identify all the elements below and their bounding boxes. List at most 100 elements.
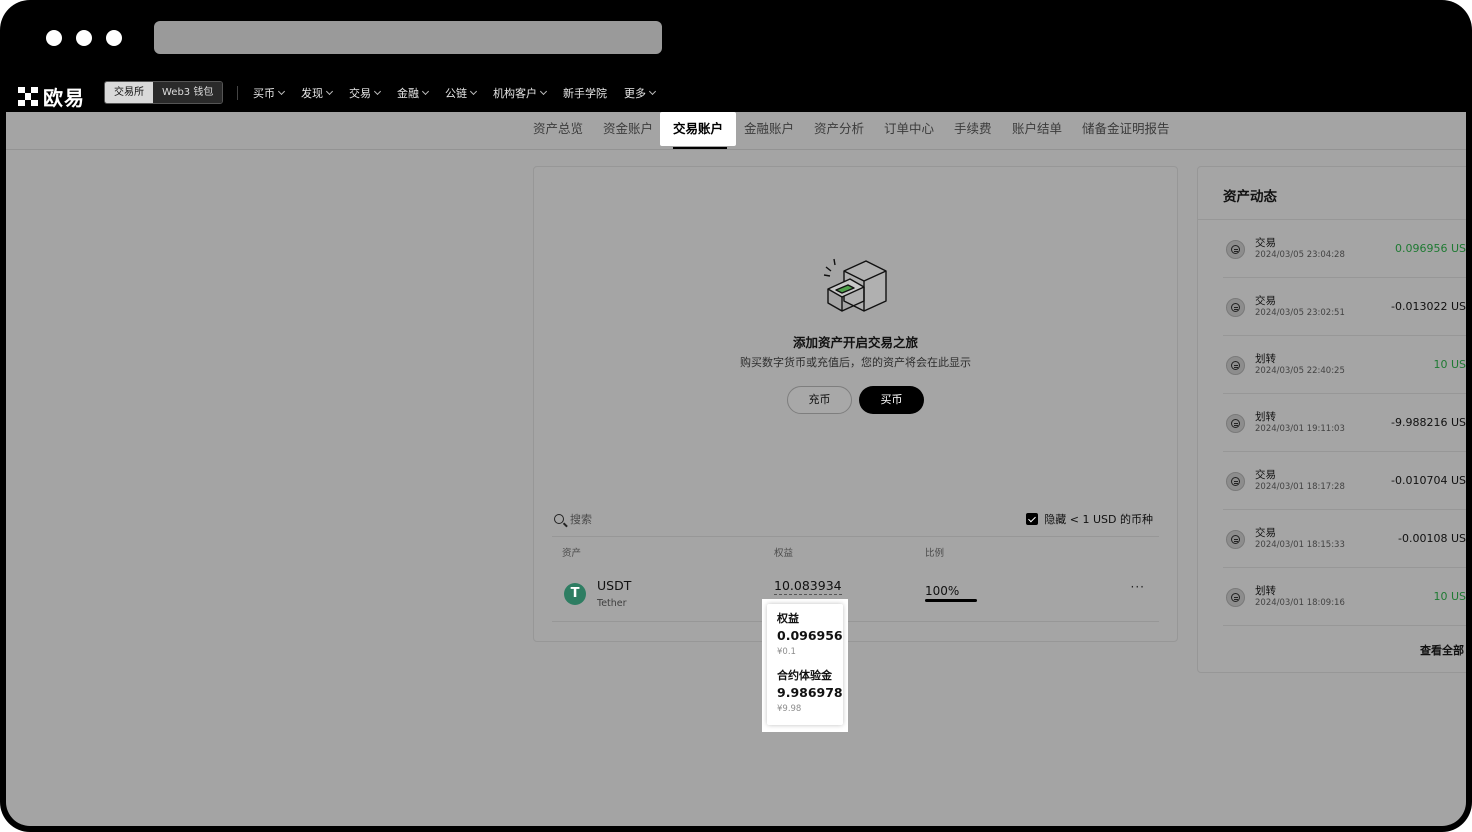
- tooltip-bonus-value: 9.986978: [777, 685, 843, 700]
- divider: [552, 536, 1159, 537]
- usdt-icon: T: [564, 583, 586, 605]
- asset-activity-card: 资产动态 交易 2024/03/05 23:04:28 0.096956 US …: [1197, 166, 1466, 673]
- column-header-ratio: 比例: [925, 548, 945, 559]
- ratio-bar: [925, 599, 977, 602]
- nav-item-trade[interactable]: 交易: [349, 85, 382, 101]
- nav-item-finance[interactable]: 金融: [397, 85, 430, 101]
- equity-tooltip: 权益 0.096956 ¥0.1 合约体验金 9.986978 ¥9.98: [762, 599, 848, 732]
- nav-item-more[interactable]: 更多: [624, 85, 657, 101]
- tooltip-bonus-label: 合约体验金: [777, 669, 832, 682]
- search-placeholder: 搜索: [570, 513, 592, 526]
- transaction-icon: [1226, 298, 1245, 317]
- activity-time: 2024/03/05 23:04:28: [1255, 250, 1345, 260]
- checkbox-checked-icon[interactable]: [1026, 513, 1039, 525]
- nav-item-institutional[interactable]: 机构客户: [493, 85, 548, 101]
- top-nav: 欧易 交易所 Web3 钱包 买币 发现 交易 金融 公链 机构客户 新手学院 …: [0, 76, 1472, 110]
- column-header-asset: 资产: [562, 548, 582, 559]
- tooltip-equity-fiat: ¥0.1: [777, 647, 796, 657]
- hide-small-label: 隐藏 < 1 USD 的币种: [1044, 513, 1153, 526]
- tab-order-center[interactable]: 订单中心: [884, 112, 934, 146]
- segment-exchange[interactable]: 交易所: [105, 82, 153, 103]
- chevron-down-icon: [469, 87, 478, 96]
- activity-title: 资产动态: [1223, 189, 1277, 205]
- activity-amount: -0.013022 US: [1391, 300, 1466, 313]
- tab-fees[interactable]: 手续费: [954, 112, 992, 146]
- asset-equity[interactable]: 10.083934: [774, 578, 842, 595]
- window-controls: [46, 30, 122, 46]
- chevron-down-icon: [325, 87, 334, 96]
- tab-asset-overview[interactable]: 资产总览: [533, 112, 583, 146]
- tab-funding-account[interactable]: 资金账户: [603, 112, 653, 146]
- activity-type: 划转: [1255, 411, 1276, 423]
- hide-small-balances-toggle[interactable]: 隐藏 < 1 USD 的币种: [1026, 511, 1153, 527]
- chevron-down-icon: [277, 87, 286, 96]
- tooltip-card: 权益 0.096956 ¥0.1 合约体验金 9.986978 ¥9.98: [767, 604, 843, 725]
- list-item[interactable]: 划转 2024/03/01 19:11:03 -9.988216 US: [1223, 394, 1466, 452]
- asset-symbol: USDT: [597, 578, 632, 593]
- view-all-link[interactable]: 查看全部: [1420, 642, 1464, 658]
- asset-name: Tether: [597, 598, 627, 609]
- page-content: 资产总览 资金账户 交易账户 金融账户 资产分析 订单中心 手续费 账户结单 储…: [6, 112, 1466, 826]
- empty-state-subtitle: 购买数字货币或充值后，您的资产将会在此显示: [740, 356, 971, 369]
- deposit-button[interactable]: 充币: [787, 386, 852, 414]
- search-icon: [554, 514, 564, 524]
- chevron-down-icon: [539, 87, 548, 96]
- activity-time: 2024/03/01 18:09:16: [1255, 598, 1345, 608]
- brand-logo[interactable]: 欧易: [18, 82, 85, 111]
- tab-trading-account[interactable]: 交易账户: [660, 112, 737, 149]
- empty-state-title: 添加资产开启交易之旅: [792, 335, 918, 350]
- activity-type: 交易: [1255, 295, 1276, 307]
- transaction-icon: [1226, 414, 1245, 433]
- maximize-window-button[interactable]: [106, 30, 122, 46]
- brand-name: 欧易: [43, 86, 85, 110]
- activity-type: 划转: [1255, 353, 1276, 365]
- more-options-icon[interactable]: ···: [1131, 580, 1145, 594]
- account-tabs: 资产总览 资金账户 交易账户 金融账户 资产分析 订单中心 手续费 账户结单 储…: [6, 112, 1466, 150]
- segment-web3-wallet[interactable]: Web3 钱包: [153, 82, 223, 103]
- list-item[interactable]: 划转 2024/03/05 22:40:25 10 US: [1223, 336, 1466, 394]
- empty-drawer-icon: [823, 258, 887, 312]
- close-window-button[interactable]: [46, 30, 62, 46]
- nav-item-chain[interactable]: 公链: [445, 85, 478, 101]
- tab-finance-account[interactable]: 金融账户: [744, 112, 794, 146]
- nav-item-academy[interactable]: 新手学院: [563, 85, 607, 101]
- chevron-down-icon: [421, 87, 430, 96]
- nav-item-discover[interactable]: 发现: [301, 85, 334, 101]
- nav-item-buy[interactable]: 买币: [253, 85, 286, 101]
- column-header-equity: 权益: [774, 548, 794, 559]
- list-item[interactable]: 交易 2024/03/05 23:04:28 0.096956 US: [1223, 220, 1466, 278]
- transaction-icon: [1226, 472, 1245, 491]
- activity-time: 2024/03/01 18:15:33: [1255, 540, 1345, 550]
- minimize-window-button[interactable]: [76, 30, 92, 46]
- activity-type: 划转: [1255, 585, 1276, 597]
- transaction-icon: [1226, 588, 1245, 607]
- product-switch: 交易所 Web3 钱包: [104, 81, 224, 104]
- activity-time: 2024/03/05 23:02:51: [1255, 308, 1345, 318]
- tab-proof-of-reserves[interactable]: 储备金证明报告: [1082, 112, 1170, 146]
- buy-crypto-button[interactable]: 买币: [859, 386, 924, 414]
- tooltip-bonus-fiat: ¥9.98: [777, 704, 802, 714]
- address-bar[interactable]: [154, 21, 662, 54]
- activity-amount: 0.096956 US: [1394, 242, 1466, 255]
- table-row[interactable]: T USDT Tether 10.083934 100% ···: [552, 565, 1159, 622]
- list-item[interactable]: 交易 2024/03/01 18:17:28 -0.010704 US: [1223, 452, 1466, 510]
- browser-window: 欧易 交易所 Web3 钱包 买币 发现 交易 金融 公链 机构客户 新手学院 …: [0, 0, 1472, 832]
- asset-search[interactable]: 搜索: [554, 511, 592, 527]
- asset-ratio: 100%: [925, 584, 960, 598]
- activity-type: 交易: [1255, 237, 1276, 249]
- okx-logo-icon: [18, 86, 38, 107]
- activity-time: 2024/03/01 18:17:28: [1255, 482, 1345, 492]
- list-item[interactable]: 交易 2024/03/01 18:15:33 -0.00108 US: [1223, 510, 1466, 568]
- list-item[interactable]: 交易 2024/03/05 23:02:51 -0.013022 US: [1223, 278, 1466, 336]
- transaction-icon: [1226, 530, 1245, 549]
- activity-type: 交易: [1255, 527, 1276, 539]
- list-item[interactable]: 划转 2024/03/01 18:09:16 10 US: [1223, 568, 1466, 626]
- chevron-down-icon: [373, 87, 382, 96]
- activity-time: 2024/03/01 19:11:03: [1255, 424, 1345, 434]
- transaction-icon: [1226, 356, 1245, 375]
- nav-divider: [237, 86, 238, 100]
- transaction-icon: [1226, 240, 1245, 259]
- tab-statements[interactable]: 账户结单: [1012, 112, 1062, 146]
- activity-type: 交易: [1255, 469, 1276, 481]
- tab-asset-analysis[interactable]: 资产分析: [814, 112, 864, 146]
